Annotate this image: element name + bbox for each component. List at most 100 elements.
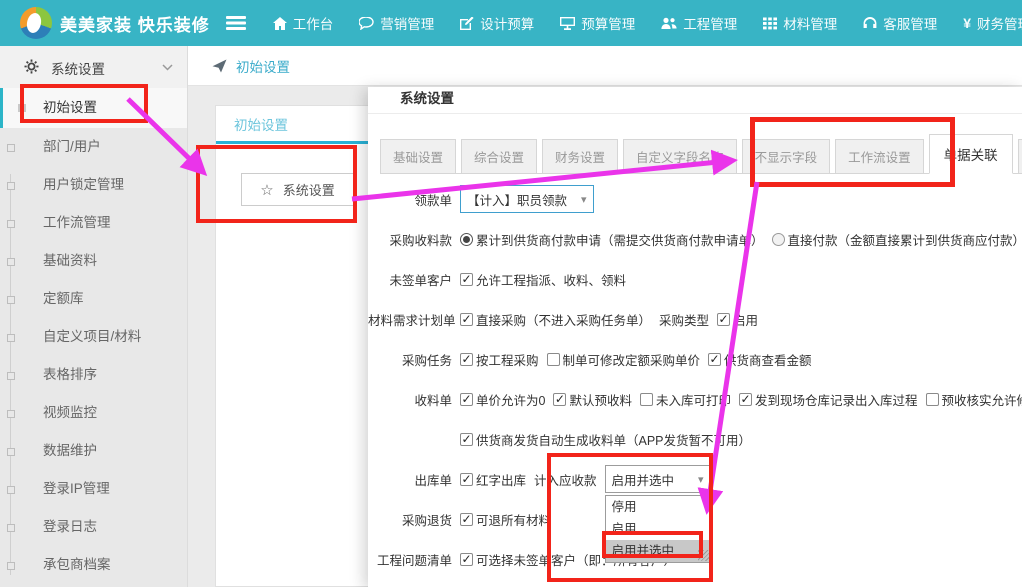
checkbox-checked[interactable] xyxy=(717,313,730,326)
checkbox-checked[interactable] xyxy=(460,553,473,566)
form-item: 红字出库 xyxy=(460,470,526,489)
form-row: 未签单客户允许工程指派、收料、领料 xyxy=(368,259,1022,299)
nav-item-财务管理[interactable]: ¥财务管理 xyxy=(950,0,1022,46)
form-item: 直接付款（金额直接累计到供货商应付款） xyxy=(772,230,1022,249)
caret-down-icon: ▾ xyxy=(698,473,704,486)
modal-tab-自定义字段名称[interactable]: 自定义字段名称 xyxy=(623,139,737,174)
form-item: 预收核实允许修改 xyxy=(926,390,1022,409)
headset-icon xyxy=(863,17,877,30)
nav-item-预算管理[interactable]: 预算管理 xyxy=(547,0,648,46)
nav-item-label: 营销管理 xyxy=(380,13,434,33)
caret-down-icon: ▾ xyxy=(581,193,587,206)
nav-item-客服管理[interactable]: 客服管理 xyxy=(850,0,950,46)
row-label: 收料单 xyxy=(368,390,452,409)
hamburger-icon[interactable] xyxy=(226,15,246,31)
sidebar-item-登录IP管理[interactable]: 登录IP管理 xyxy=(0,470,187,508)
checkbox-label: 默认预收料 xyxy=(569,390,632,409)
checkbox-checked[interactable] xyxy=(460,273,473,286)
checkbox-checked[interactable] xyxy=(460,313,473,326)
sidebar-item-部门/用户[interactable]: 部门/用户 xyxy=(0,128,187,166)
sidebar: 系统设置 初始设置部门/用户用户锁定管理工作流管理基础资料定额库自定义项目/材料… xyxy=(0,46,188,587)
modal-tab-单据关联[interactable]: 单据关联 xyxy=(929,134,1013,174)
top-nav: 工作台营销管理设计预算预算管理工程管理材料管理客服管理¥财务管理统计分析 xyxy=(260,0,1022,46)
dropdown-option-启用[interactable]: 启用 xyxy=(606,518,710,540)
row-label: 采购收料款 xyxy=(368,230,452,249)
nav-item-label: 工作台 xyxy=(293,13,334,33)
form-row: 收料单单价允许为0默认预收料未入库可打印发到现场仓库记录出入库过程预收核实允许修… xyxy=(368,379,1022,419)
select-【计入】职员领款[interactable]: 【计入】职员领款 ▾ xyxy=(460,185,594,213)
users-icon xyxy=(661,17,677,30)
row-label: 采购任务 xyxy=(368,350,452,369)
form-item: 【计入】职员领款 ▾ xyxy=(460,185,594,213)
breadcrumb-bar: 初始设置 xyxy=(188,46,1022,86)
dropdown-option-启用并选中[interactable]: 启用并选中 xyxy=(606,540,710,562)
breadcrumb[interactable]: 初始设置 xyxy=(236,56,290,76)
radio-unselected[interactable] xyxy=(772,233,785,246)
checkbox-checked[interactable] xyxy=(708,353,721,366)
sidebar-item-初始设置[interactable]: 初始设置 xyxy=(0,88,187,128)
checkbox-label: 制单可修改定额采购单价 xyxy=(563,350,701,369)
checkbox-checked[interactable] xyxy=(739,393,752,406)
sidebar-item-数据维护[interactable]: 数据维护 xyxy=(0,432,187,470)
form-row: 供货商发货自动生成收料单（APP发货暂不可用） xyxy=(368,419,1022,459)
form-item: 计入应收款 xyxy=(534,470,597,489)
sidebar-item-基础资料[interactable]: 基础资料 xyxy=(0,242,187,280)
sidebar-header[interactable]: 系统设置 xyxy=(0,46,187,90)
modal-tab-财务设置[interactable]: 财务设置 xyxy=(542,139,618,174)
checkbox-checked[interactable] xyxy=(460,433,473,446)
nav-item-label: 预算管理 xyxy=(581,13,635,33)
send-icon xyxy=(212,59,227,73)
sidebar-item-自定义项目/材料[interactable]: 自定义项目/材料 xyxy=(0,318,187,356)
checkbox-unchecked[interactable] xyxy=(926,393,939,406)
modal-tab-综合设置[interactable]: 综合设置 xyxy=(461,139,537,174)
checkbox-checked[interactable] xyxy=(460,393,473,406)
modal-tab-不显示字段[interactable]: 不显示字段 xyxy=(742,139,831,174)
radio-label: 直接付款（金额直接累计到供货商应付款） xyxy=(788,230,1022,249)
checkbox-checked[interactable] xyxy=(460,513,473,526)
nav-item-营销管理[interactable]: 营销管理 xyxy=(346,0,447,46)
checkbox-unchecked[interactable] xyxy=(640,393,653,406)
form-item: 制单可修改定额采购单价 xyxy=(547,350,701,369)
nav-item-材料管理[interactable]: 材料管理 xyxy=(750,0,850,46)
modal-tab-基础设置[interactable]: 基础设置 xyxy=(380,139,456,174)
select-value: 【计入】职员领款 xyxy=(467,190,567,209)
nav-item-工程管理[interactable]: 工程管理 xyxy=(648,0,750,46)
sidebar-item-定额库[interactable]: 定额库 xyxy=(0,280,187,318)
modal-tab-消息提醒[interactable]: 消息提醒 xyxy=(1018,139,1022,174)
dropdown-option-停用[interactable]: 停用 xyxy=(606,496,710,518)
nav-item-label: 设计预算 xyxy=(480,13,534,33)
logo-icon xyxy=(20,7,52,39)
nav-item-label: 财务管理 xyxy=(977,13,1022,33)
sidebar-item-用户锁定管理[interactable]: 用户锁定管理 xyxy=(0,166,187,204)
checkbox-label: 预收核实允许修改 xyxy=(942,390,1022,409)
form-row: 出库单红字出库计入应收款启用并选中▾停用启用启用并选中 xyxy=(368,459,1022,499)
sidebar-item-承包商档案[interactable]: 承包商档案 xyxy=(0,546,187,584)
gear-icon xyxy=(24,59,39,77)
settings-form: 领款单【计入】职员领款▾采购收料款累计到供货商付款申请（需提交供货商付款申请单）… xyxy=(368,179,1022,579)
select-receivable-status[interactable]: 启用并选中▾ xyxy=(605,465,711,493)
select-wrapper: 启用并选中▾停用启用启用并选中 xyxy=(605,465,711,493)
sidebar-item-登录日志[interactable]: 登录日志 xyxy=(0,508,187,546)
system-settings-button-label: 系统设置 xyxy=(283,180,335,199)
checkbox-checked[interactable] xyxy=(460,473,473,486)
sidebar-item-视频监控[interactable]: 视频监控 xyxy=(0,394,187,432)
sidebar-item-工作流管理[interactable]: 工作流管理 xyxy=(0,204,187,242)
checkbox-label: 未入库可打印 xyxy=(656,390,731,409)
checkbox-checked[interactable] xyxy=(460,353,473,366)
sidebar-item-表格排序[interactable]: 表格排序 xyxy=(0,356,187,394)
modal-tab-工作流设置[interactable]: 工作流设置 xyxy=(835,139,924,174)
dropdown-option-list: 停用启用启用并选中 xyxy=(605,495,711,563)
nav-item-工作台[interactable]: 工作台 xyxy=(260,0,347,46)
radio-selected[interactable] xyxy=(460,233,473,246)
form-item: 采购类型 xyxy=(659,310,709,329)
row-label: 材料需求计划单 xyxy=(368,310,452,329)
checkbox-checked[interactable] xyxy=(553,393,566,406)
form-row: 领款单【计入】职员领款▾ xyxy=(368,179,1022,219)
checkbox-unchecked[interactable] xyxy=(547,353,560,366)
grid-icon xyxy=(763,17,777,30)
panel-tab-initial-settings[interactable]: 初始设置 xyxy=(216,114,306,134)
sidebar-header-label: 系统设置 xyxy=(51,58,105,78)
system-settings-button[interactable]: ☆ 系统设置 xyxy=(241,173,354,206)
nav-item-设计预算[interactable]: 设计预算 xyxy=(447,0,547,46)
resize-grip[interactable] xyxy=(698,550,709,561)
